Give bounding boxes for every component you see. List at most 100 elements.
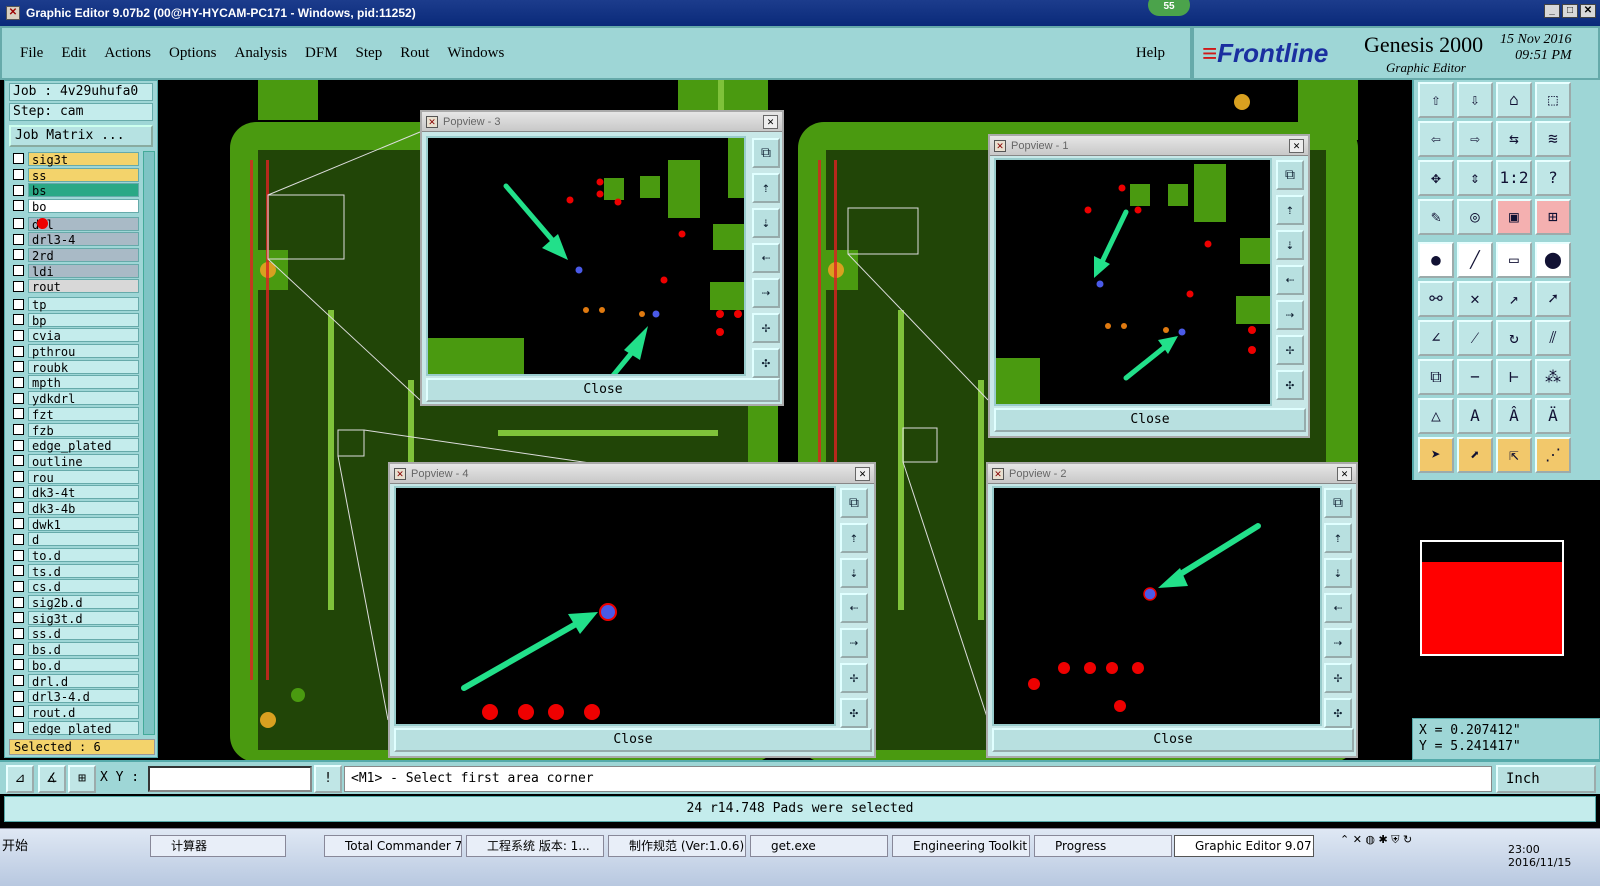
pointer-select-icon[interactable]: ⇱ <box>1496 437 1532 473</box>
layer-row[interactable]: outline <box>9 453 139 469</box>
pan-up-icon[interactable]: ⇡ <box>1276 195 1304 225</box>
layer-name[interactable]: ldi <box>28 263 139 279</box>
snap-grid-icon[interactable]: ⊿ <box>6 765 34 793</box>
pan-left-icon[interactable]: ⇠ <box>1276 265 1304 295</box>
layer-row[interactable]: pthrou <box>9 343 139 359</box>
layer-row[interactable]: ss.d <box>9 626 139 641</box>
layer-checkbox[interactable] <box>13 486 24 498</box>
popview-close-button[interactable]: Close <box>394 728 872 752</box>
close-icon[interactable]: ✕ <box>1289 139 1304 153</box>
layer-row[interactable]: dwk1 <box>9 516 139 532</box>
layer-name[interactable]: bp <box>28 312 139 328</box>
menu-file[interactable]: File <box>2 45 52 62</box>
minimize-button[interactable]: _ <box>1544 4 1560 18</box>
pan-right-icon[interactable]: ⇢ <box>1324 628 1352 658</box>
task-progress[interactable]: Progress <box>1034 835 1172 857</box>
layer-checkbox[interactable] <box>13 439 24 451</box>
layer-checkbox[interactable] <box>13 200 24 212</box>
snap-icon[interactable]: ✎ <box>1418 199 1454 235</box>
zoom-window-icon[interactable]: ⬚ <box>1535 82 1571 118</box>
center-icon[interactable]: ◎ <box>1457 199 1493 235</box>
layer-row[interactable]: edge_plated <box>9 720 139 735</box>
grid-icon[interactable]: ⊞ <box>68 765 96 793</box>
popview-canvas[interactable] <box>426 136 746 409</box>
layer-name[interactable]: tp <box>28 297 139 312</box>
tray-icons[interactable]: ⌃ ✕ ◍ ✱ ⛨ ↻ <box>1340 833 1412 846</box>
zoom-home-icon[interactable]: ⧉ <box>1324 488 1352 518</box>
layer-row[interactable]: 2rd <box>9 247 139 263</box>
pan-left-icon[interactable]: ⇠ <box>1324 593 1352 623</box>
layer-row[interactable]: sig2b.d <box>9 594 139 610</box>
layer-name[interactable]: sig3t.d <box>28 610 139 626</box>
layer-checkbox[interactable] <box>13 280 24 292</box>
add-line-icon[interactable]: ↗ <box>1496 281 1532 317</box>
menu-edit[interactable]: Edit <box>52 45 95 62</box>
layer-name[interactable]: rout <box>28 279 139 294</box>
layer-checkbox[interactable] <box>13 471 24 483</box>
layer-name[interactable]: roubk <box>28 359 139 375</box>
layer-name[interactable]: mpth <box>28 375 139 390</box>
layer-name[interactable]: dwk1 <box>28 516 139 532</box>
layer-name[interactable]: bs <box>28 183 139 198</box>
layer-name[interactable]: outline <box>28 453 139 469</box>
layer-checkbox[interactable] <box>13 722 24 734</box>
popview-close-button[interactable]: Close <box>426 378 780 402</box>
layer-name[interactable]: to.d <box>28 548 139 563</box>
layer-checkbox[interactable] <box>13 408 24 420</box>
layer-name[interactable]: bo <box>28 198 139 214</box>
alert-icon[interactable]: ! <box>314 765 342 793</box>
layer-checkbox[interactable] <box>13 233 24 245</box>
clock[interactable]: 23:00 2016/11/15 <box>1508 843 1571 869</box>
fit-all-icon[interactable]: ✥ <box>1418 160 1454 196</box>
layer-row[interactable]: rout <box>9 279 139 294</box>
pan-down-icon[interactable]: ⇣ <box>752 208 780 238</box>
layer-checkbox[interactable] <box>13 455 24 467</box>
move-right-icon[interactable]: ⇨ <box>1457 121 1493 157</box>
pan-down-icon[interactable]: ⇣ <box>1276 230 1304 260</box>
pan-up-icon[interactable]: ⇡ <box>1324 523 1352 553</box>
popview-close-button[interactable]: Close <box>992 728 1354 752</box>
layer-name[interactable]: edge_plated <box>28 720 139 735</box>
zoom-out-icon[interactable]: ✣ <box>1276 370 1304 400</box>
layer-row[interactable]: dk3-4t <box>9 484 139 500</box>
layer-checkbox[interactable] <box>13 376 24 388</box>
layer-checkbox[interactable] <box>13 184 24 196</box>
copy-feature-icon[interactable]: ⧉ <box>1418 359 1454 395</box>
close-icon[interactable]: ✕ <box>763 115 778 129</box>
job-matrix-button[interactable]: Job Matrix ... <box>9 125 153 147</box>
connect-icon[interactable]: ⚯ <box>1418 281 1454 317</box>
swap-icon[interactable]: ⇆ <box>1496 121 1532 157</box>
layer-checkbox[interactable] <box>13 596 24 608</box>
menu-step[interactable]: Step <box>347 45 392 62</box>
layer-name[interactable]: drl3-4.d <box>28 689 139 704</box>
layer-checkbox[interactable] <box>13 392 24 404</box>
layer-row[interactable]: drl <box>9 216 139 232</box>
layer-scrollbar[interactable] <box>143 151 155 735</box>
layer-checkbox[interactable] <box>13 627 24 639</box>
layer-row[interactable]: cs.d <box>9 579 139 594</box>
layer-row[interactable]: ydkdrl <box>9 390 139 406</box>
layer-name[interactable]: sig2b.d <box>28 595 139 610</box>
layer-name[interactable]: rou <box>28 469 139 485</box>
layer-checkbox[interactable] <box>13 218 24 230</box>
a-tool-edit-icon[interactable]: Ä <box>1535 398 1571 434</box>
layer-name[interactable]: rout.d <box>28 704 139 720</box>
delta-icon[interactable]: △ <box>1418 398 1454 434</box>
menu-rout[interactable]: Rout <box>391 45 438 62</box>
layer-name[interactable]: dk3-4t <box>28 485 139 500</box>
layer-row[interactable]: drl3-4.d <box>9 688 139 704</box>
move-left-icon[interactable]: ⇦ <box>1418 121 1454 157</box>
layer-checkbox[interactable] <box>13 706 24 718</box>
layer-name[interactable]: pthrou <box>28 344 139 359</box>
angle-icon[interactable]: ∠ <box>1418 320 1454 356</box>
home-icon[interactable]: ⌂ <box>1496 82 1532 118</box>
layer-name[interactable]: fzb <box>28 422 139 438</box>
zoom-out-icon[interactable]: ✣ <box>1324 698 1352 728</box>
layer-select-icon[interactable]: ⊞ <box>1535 199 1571 235</box>
layer-row[interactable]: edge_plated <box>9 437 139 453</box>
zoom-in-icon[interactable]: ✢ <box>1276 335 1304 365</box>
layer-checkbox[interactable] <box>13 169 24 181</box>
layer-checkbox[interactable] <box>13 690 24 702</box>
help-icon[interactable]: ? <box>1535 160 1571 196</box>
pan-right-icon[interactable]: ⇢ <box>1276 300 1304 330</box>
